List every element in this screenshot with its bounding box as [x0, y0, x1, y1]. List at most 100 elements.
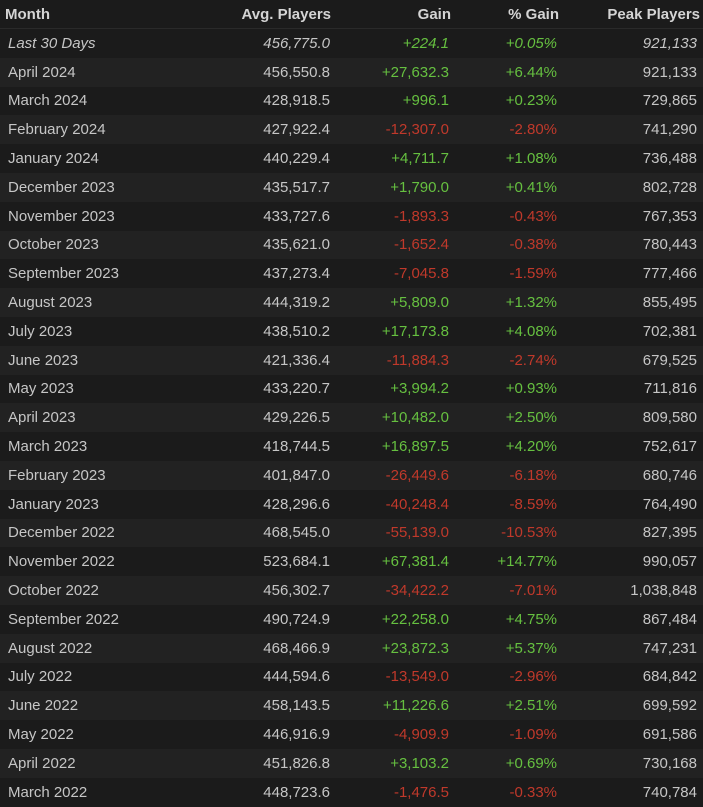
avg-players-cell: 428,296.6 — [263, 495, 330, 513]
month-cell: October 2022 — [8, 582, 99, 600]
table-row: August 2023 444,319.2 +5,809.0 +1.32% 855,49… — [0, 288, 703, 317]
peak-players-cell: 680,746 — [642, 466, 697, 484]
percent-gain-cell: -10.53% — [501, 524, 557, 542]
avg-players-cell: 418,744.5 — [263, 438, 330, 456]
peak-players-cell: 855,495 — [642, 294, 697, 312]
peak-players-cell: 752,617 — [642, 438, 697, 456]
table-row: December 2022 468,545.0 -55,139.0 -10.53% 82… — [0, 518, 703, 548]
month-cell: Last 30 Days — [8, 34, 96, 52]
avg-players-cell: 446,916.9 — [263, 726, 330, 744]
avg-players-cell: 433,727.6 — [263, 207, 330, 225]
table-row: June 2022 458,143.5 +11,226.6 +2.51% 699,592 — [0, 691, 703, 721]
percent-gain-cell: +0.69% — [505, 754, 557, 772]
month-cell: January 2023 — [8, 495, 99, 513]
table-row: May 2023 433,220.7 +3,994.2 +0.93% 711,816 — [0, 374, 703, 404]
avg-players-cell: 456,302.7 — [263, 582, 330, 600]
peak-players-cell: 921,133 — [642, 34, 697, 52]
peak-players-cell: 767,353 — [642, 207, 697, 225]
gain-cell: -1,893.3 — [393, 207, 449, 225]
avg-players-cell: 433,220.7 — [263, 380, 330, 398]
month-cell: March 2022 — [8, 783, 88, 801]
gain-cell: +11,226.6 — [382, 697, 449, 715]
month-cell: December 2022 — [8, 524, 115, 542]
table-row: September 2023 437,273.4 -7,045.8 -1.59% 777… — [0, 259, 703, 289]
avg-players-cell: 427,922.4 — [263, 121, 330, 139]
percent-gain-cell: -6.18% — [509, 466, 557, 484]
gain-cell: +22,258.0 — [381, 610, 449, 628]
table-row: March 2024 428,918.5 +996.1 +0.23% 729,865 — [0, 86, 703, 116]
gain-cell: -4,909.9 — [393, 726, 449, 744]
month-cell: May 2023 — [8, 380, 74, 398]
peak-players-cell: 711,816 — [643, 380, 697, 398]
percent-gain-cell: -1.59% — [509, 265, 557, 283]
gain-cell: +10,482.0 — [381, 409, 449, 427]
peak-players-cell: 736,488 — [642, 150, 697, 168]
percent-gain-cell: +14.77% — [497, 553, 557, 571]
avg-players-cell: 490,724.9 — [263, 610, 330, 628]
avg-players-cell: 429,226.5 — [263, 409, 330, 427]
table-body: Last 30 Days 456,775.0 +224.1 +0.05% 921,133… — [0, 28, 703, 807]
month-cell: April 2023 — [8, 409, 76, 427]
column-header-month[interactable]: Month — [0, 0, 205, 29]
gain-cell: -12,307.0 — [385, 121, 449, 139]
percent-gain-cell: +5.37% — [505, 639, 557, 657]
table-row: November 2022 523,684.1 +67,381.4 +14.77% 99… — [0, 547, 703, 577]
avg-players-cell: 444,594.6 — [263, 668, 330, 686]
gain-cell: +3,994.2 — [390, 380, 449, 398]
peak-players-cell: 827,395 — [642, 524, 697, 542]
table-row: December 2023 435,517.7 +1,790.0 +0.41% 802,… — [0, 172, 703, 202]
table-row-current: Last 30 Days 456,775.0 +224.1 +0.05% 921,133 — [0, 28, 703, 58]
percent-gain-cell: -0.38% — [509, 236, 557, 254]
gain-cell: -55,139.0 — [385, 524, 449, 542]
column-header-peak-players[interactable]: Peak Players — [563, 0, 703, 29]
table-row: October 2023 435,621.0 -1,652.4 -0.38% 780,4… — [0, 230, 703, 260]
month-cell: November 2022 — [8, 553, 115, 571]
table-row: January 2024 440,229.4 +4,711.7 +1.08% 736,4… — [0, 144, 703, 173]
table-row: September 2022 490,724.9 +22,258.0 +4.75% 86… — [0, 604, 703, 634]
avg-players-cell: 440,229.4 — [263, 150, 330, 168]
avg-players-cell: 451,826.8 — [263, 754, 330, 772]
month-cell: August 2023 — [8, 294, 93, 312]
peak-players-cell: 802,728 — [642, 178, 697, 196]
column-header-percent-gain[interactable]: % Gain — [455, 0, 563, 29]
avg-players-cell: 448,723.6 — [263, 783, 330, 801]
table-row: February 2024 427,922.4 -12,307.0 -2.80% 741… — [0, 115, 703, 145]
table-row: July 2023 438,510.2 +17,173.8 +4.08% 702,381 — [0, 316, 703, 346]
gain-cell: +23,872.3 — [381, 639, 449, 657]
table-row: July 2022 444,594.6 -13,549.0 -2.96% 684,842 — [0, 662, 703, 692]
peak-players-cell: 1,038,848 — [630, 582, 697, 600]
avg-players-cell: 435,621.0 — [263, 236, 330, 254]
column-header-avg-players[interactable]: Avg. Players — [205, 0, 335, 29]
month-cell: March 2023 — [8, 438, 88, 456]
table-row: May 2022 446,916.9 -4,909.9 -1.09% 691,586 — [0, 720, 703, 749]
gain-cell: -11,884.3 — [386, 351, 449, 369]
header-row: Month Avg. Players Gain % Gain Peak Play… — [0, 0, 703, 29]
avg-players-cell: 438,510.2 — [263, 322, 330, 340]
column-header-gain[interactable]: Gain — [335, 0, 455, 29]
percent-gain-cell: +4.08% — [505, 322, 557, 340]
peak-players-cell: 729,865 — [642, 92, 697, 110]
avg-players-cell: 458,143.5 — [263, 697, 330, 715]
avg-players-cell: 456,775.0 — [263, 34, 330, 52]
month-cell: January 2024 — [8, 150, 99, 168]
percent-gain-cell: +2.51% — [505, 697, 557, 715]
avg-players-cell: 435,517.7 — [263, 178, 330, 196]
gain-cell: +996.1 — [402, 92, 449, 110]
gain-cell: -26,449.6 — [385, 466, 449, 484]
peak-players-cell: 777,466 — [642, 265, 697, 283]
percent-gain-cell: -2.74% — [509, 351, 557, 369]
month-cell: October 2023 — [8, 236, 99, 254]
avg-players-cell: 421,336.4 — [263, 351, 330, 369]
gain-cell: -1,476.5 — [393, 783, 449, 801]
month-cell: July 2023 — [8, 322, 73, 340]
percent-gain-cell: +1.08% — [505, 150, 557, 168]
peak-players-cell: 990,057 — [642, 553, 697, 571]
month-cell: December 2023 — [8, 178, 115, 196]
gain-cell: +5,809.0 — [390, 294, 449, 312]
peak-players-cell: 699,592 — [642, 697, 697, 715]
gain-cell: +224.1 — [402, 34, 449, 52]
table-row: April 2023 429,226.5 +10,482.0 +2.50% 809,58… — [0, 403, 703, 433]
avg-players-cell: 401,847.0 — [263, 466, 330, 484]
avg-players-cell: 468,466.9 — [263, 639, 330, 657]
peak-players-cell: 780,443 — [642, 236, 697, 254]
